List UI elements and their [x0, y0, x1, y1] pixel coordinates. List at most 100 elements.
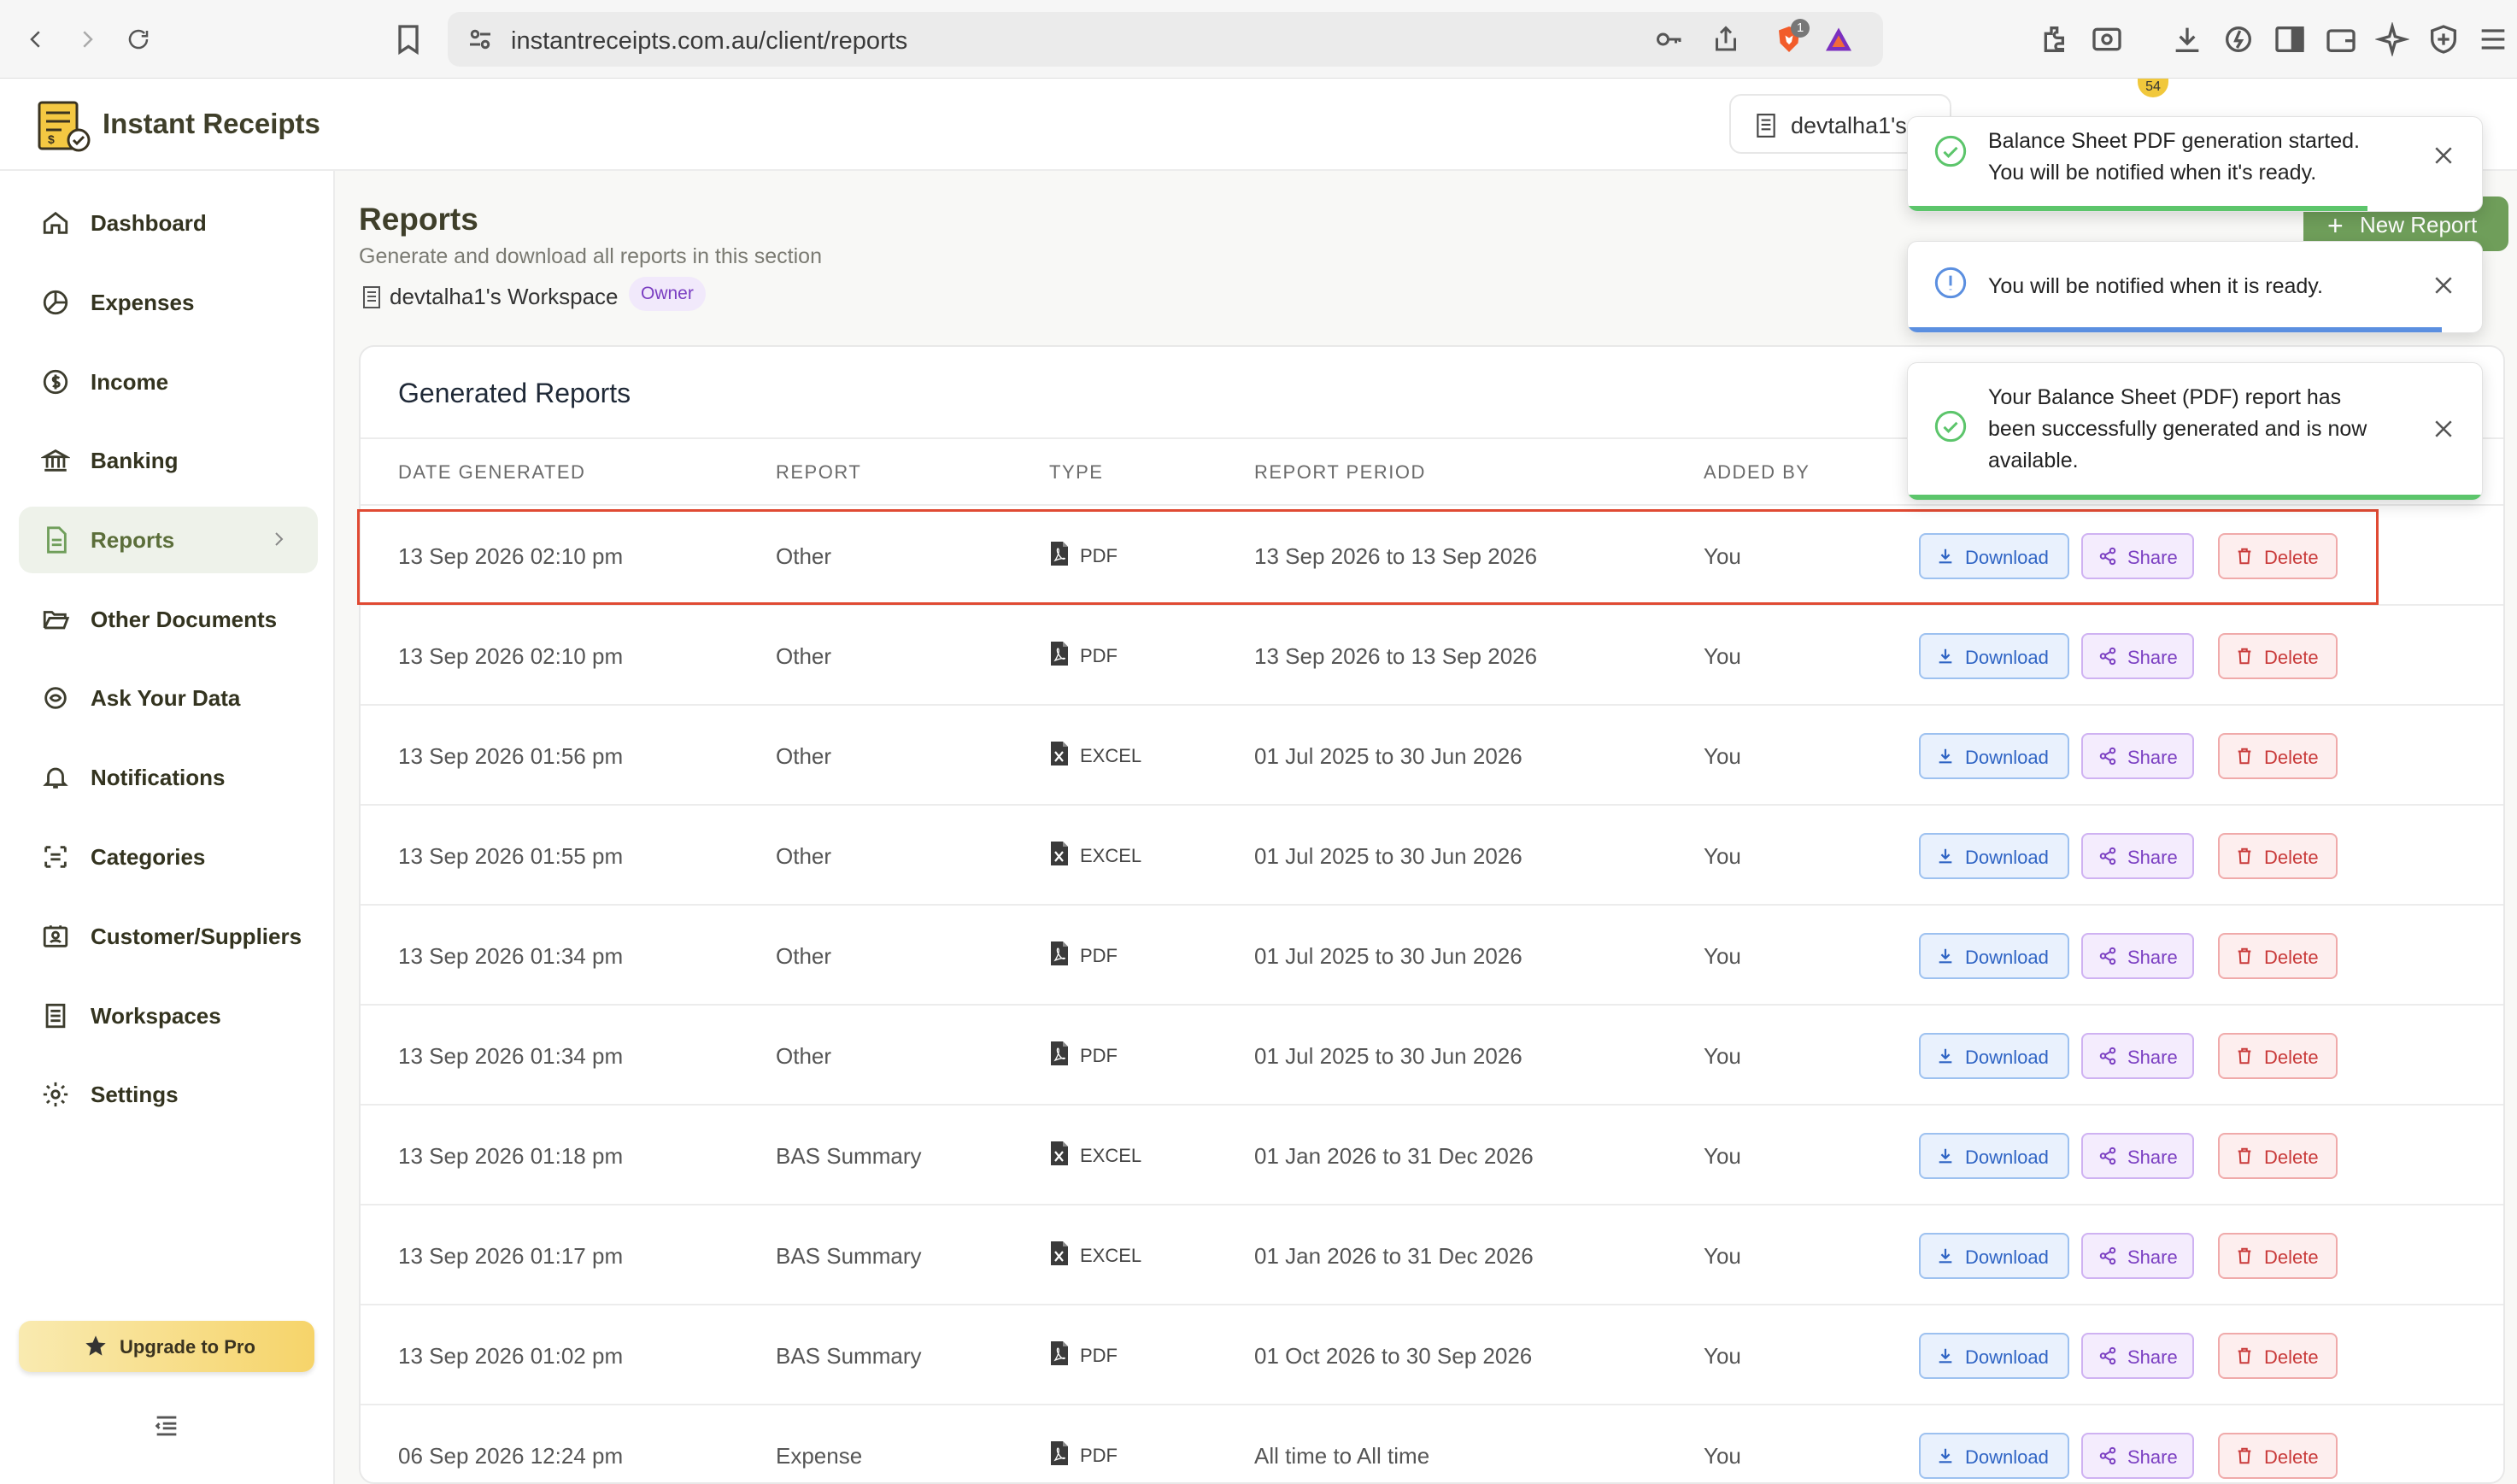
delete-button[interactable]: Delete	[2218, 933, 2338, 979]
share-label: Share	[2127, 747, 2178, 768]
download-button[interactable]: Download	[1919, 533, 2069, 579]
column-header[interactable]: REPORT PERIOD	[1254, 461, 1426, 484]
toast-progress-bar	[1908, 206, 2367, 211]
share-button[interactable]: Share	[2081, 733, 2194, 779]
sidebar-item-workspaces[interactable]: Workspaces	[19, 982, 318, 1049]
column-header[interactable]: DATE GENERATED	[398, 461, 585, 484]
trash-icon	[2238, 848, 2251, 865]
sidebar-toggle-icon[interactable]	[2273, 22, 2307, 56]
close-icon[interactable]	[2431, 143, 2456, 168]
delete-button[interactable]: Delete	[2218, 533, 2338, 579]
sidebar-item-categories[interactable]: Categories	[19, 824, 318, 890]
column-header[interactable]: ADDED BY	[1704, 461, 1810, 484]
cell-added-by: You	[1704, 843, 1741, 869]
categories-icon	[41, 842, 70, 871]
delete-button[interactable]: Delete	[2218, 633, 2338, 679]
sidebar-item-customer-suppliers[interactable]: Customer/Suppliers	[19, 903, 318, 970]
share-button[interactable]: Share	[2081, 633, 2194, 679]
collapse-sidebar-icon[interactable]	[152, 1411, 181, 1437]
close-icon[interactable]	[2431, 416, 2456, 442]
download-button[interactable]: Download	[1919, 933, 2069, 979]
speedreader-icon[interactable]	[2221, 22, 2256, 56]
delete-button[interactable]: Delete	[2218, 733, 2338, 779]
share-icon	[2099, 1346, 2116, 1365]
site-settings-icon[interactable]	[465, 24, 496, 55]
sidebar-item-settings[interactable]: Settings	[19, 1061, 318, 1128]
menu-icon[interactable]	[2476, 22, 2510, 56]
cell-report: Other	[776, 1043, 832, 1069]
notification-count-badge[interactable]: 54	[2138, 79, 2168, 97]
delete-button[interactable]: Delete	[2218, 1233, 2338, 1279]
delete-button[interactable]: Delete	[2218, 1433, 2338, 1479]
download-label: Download	[1965, 647, 2049, 668]
sidebar-item-other-documents[interactable]: Other Documents	[19, 586, 318, 653]
download-icon[interactable]	[2170, 22, 2204, 56]
cell-date-generated: 13 Sep 2026 01:34 pm	[398, 1043, 624, 1069]
close-icon[interactable]	[2431, 273, 2456, 298]
sidebar-item-ask-your-data[interactable]: Ask Your Data	[19, 665, 318, 731]
sidebar-item-dashboard[interactable]: Dashboard	[19, 190, 318, 256]
toast-notify-info: You will be notified when it is ready.	[1907, 241, 2483, 333]
address-bar[interactable]: instantreceipts.com.au/client/reports 1	[448, 12, 1883, 67]
reader-icon[interactable]	[2090, 22, 2124, 56]
share-label: Share	[2127, 1047, 2178, 1068]
download-button[interactable]: Download	[1919, 1033, 2069, 1079]
delete-button[interactable]: Delete	[2218, 1333, 2338, 1379]
forward-icon[interactable]	[68, 19, 106, 60]
download-button[interactable]: Download	[1919, 1333, 2069, 1379]
delete-button[interactable]: Delete	[2218, 1133, 2338, 1179]
reload-icon[interactable]	[120, 19, 157, 60]
share-button[interactable]: Share	[2081, 1333, 2194, 1379]
share-button[interactable]: Share	[2081, 1033, 2194, 1079]
column-header[interactable]: REPORT	[776, 461, 861, 484]
brand-name[interactable]: Instant Receipts	[103, 108, 320, 140]
vpn-icon[interactable]	[2426, 22, 2461, 56]
upgrade-to-pro-button[interactable]: Upgrade to Pro	[19, 1321, 314, 1372]
sidebar-item-notifications[interactable]: Notifications	[19, 744, 318, 811]
share-page-icon[interactable]	[1710, 24, 1741, 55]
cell-added-by: You	[1704, 943, 1741, 969]
toast-message: You will be notified when it is ready.	[1988, 274, 2323, 298]
trash-icon	[2238, 1147, 2251, 1164]
leo-ai-icon[interactable]	[2373, 21, 2411, 58]
delete-button[interactable]: Delete	[2218, 1033, 2338, 1079]
share-button[interactable]: Share	[2081, 1433, 2194, 1479]
brave-rewards-icon[interactable]	[1823, 24, 1854, 55]
cell-added-by: You	[1704, 743, 1741, 769]
download-button[interactable]: Download	[1919, 1433, 2069, 1479]
download-icon	[1939, 648, 1952, 664]
share-button[interactable]: Share	[2081, 933, 2194, 979]
url-text[interactable]: instantreceipts.com.au/client/reports	[511, 27, 907, 56]
workspace-name: devtalha1's Workspace	[390, 284, 619, 309]
share-button[interactable]: Share	[2081, 1233, 2194, 1279]
wallet-icon[interactable]	[2324, 22, 2358, 56]
receipt-logo-icon[interactable]: $	[36, 97, 92, 154]
chat-ai-icon	[41, 683, 70, 713]
download-button[interactable]: Download	[1919, 1233, 2069, 1279]
cell-report-period: 01 Jul 2025 to 30 Jun 2026	[1254, 843, 1523, 869]
share-label: Share	[2127, 947, 2178, 968]
back-icon[interactable]	[17, 19, 55, 60]
key-icon[interactable]	[1654, 24, 1685, 55]
share-button[interactable]: Share	[2081, 1133, 2194, 1179]
cell-report: BAS Summary	[776, 1143, 922, 1169]
sidebar-item-income[interactable]: Income	[19, 349, 318, 415]
download-button[interactable]: Download	[1919, 833, 2069, 879]
delete-button[interactable]: Delete	[2218, 833, 2338, 879]
extensions-icon[interactable]	[2039, 22, 2073, 56]
download-button[interactable]: Download	[1919, 733, 2069, 779]
download-button[interactable]: Download	[1919, 1133, 2069, 1179]
cell-date-generated: 13 Sep 2026 01:02 pm	[398, 1343, 624, 1369]
share-icon	[2099, 647, 2116, 666]
cell-added-by: You	[1704, 1443, 1741, 1469]
sidebar-item-banking[interactable]: Banking	[19, 427, 318, 494]
cell-date-generated: 13 Sep 2026 01:55 pm	[398, 843, 624, 869]
download-button[interactable]: Download	[1919, 633, 2069, 679]
download-icon	[1939, 1448, 1952, 1463]
sidebar-item-reports[interactable]: Reports	[19, 507, 318, 573]
column-header[interactable]: TYPE	[1049, 461, 1103, 484]
bookmark-icon[interactable]	[391, 22, 425, 56]
sidebar-item-expenses[interactable]: Expenses	[19, 269, 318, 336]
share-button[interactable]: Share	[2081, 533, 2194, 579]
share-button[interactable]: Share	[2081, 833, 2194, 879]
